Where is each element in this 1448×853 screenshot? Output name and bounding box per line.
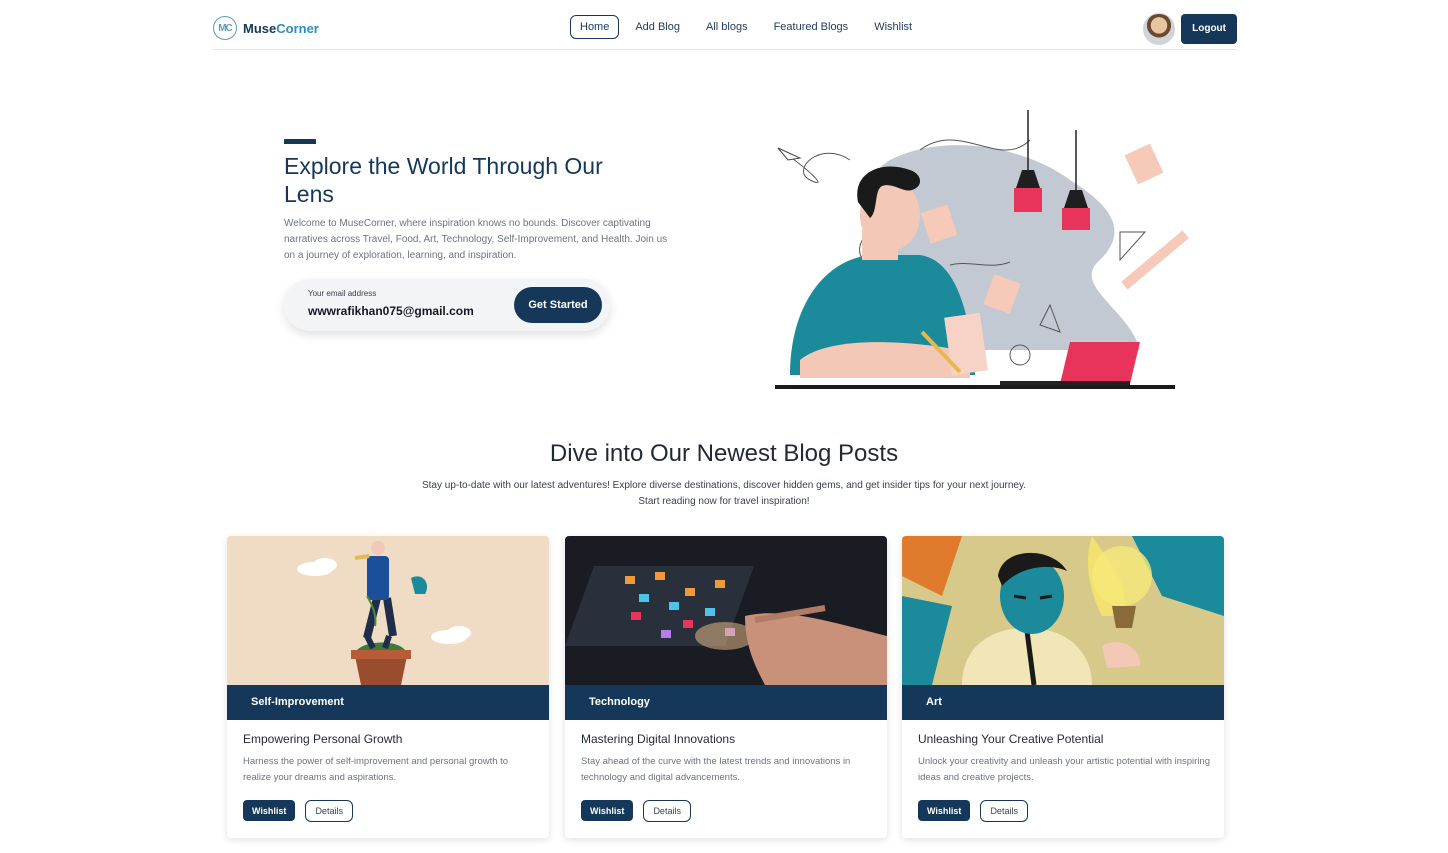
nav-wishlist[interactable]: Wishlist bbox=[864, 15, 922, 39]
section-description-line1: Stay up-to-date with our latest adventur… bbox=[421, 480, 1027, 491]
nav-all-blogs[interactable]: All blogs bbox=[696, 15, 758, 39]
card-category: Technology bbox=[565, 685, 887, 720]
card-category: Art bbox=[902, 685, 1224, 720]
email-label: Your email address bbox=[308, 289, 377, 298]
brand-name-part2: Corner bbox=[276, 20, 319, 36]
wishlist-button[interactable]: Wishlist bbox=[243, 800, 296, 821]
nav-user-area: Logout bbox=[1143, 13, 1237, 45]
wishlist-button[interactable]: Wishlist bbox=[918, 800, 971, 821]
logout-button[interactable]: Logout bbox=[1181, 14, 1237, 44]
section-description: Stay up-to-date with our latest adventur… bbox=[374, 478, 1074, 510]
card-image-art bbox=[902, 536, 1224, 685]
card-image-self-improvement bbox=[227, 536, 549, 685]
brand-name-part1: Muse bbox=[243, 20, 277, 36]
card-title[interactable]: Empowering Personal Growth bbox=[243, 732, 402, 746]
navbar: MC MuseCorner Home Add Blog All blogs Fe… bbox=[213, 10, 1237, 50]
section-description-line2: Start reading now for travel inspiration… bbox=[638, 496, 810, 507]
hero-illustration bbox=[775, 110, 1189, 389]
nav-add-blog[interactable]: Add Blog bbox=[625, 15, 690, 39]
get-started-button[interactable]: Get Started bbox=[514, 287, 602, 323]
email-input[interactable]: wwwrafikhan075@gmail.com bbox=[308, 304, 474, 318]
email-signup-box: Your email address wwwrafikhan075@gmail.… bbox=[284, 279, 610, 331]
user-avatar[interactable] bbox=[1143, 13, 1176, 45]
card-description: Stay ahead of the curve with the latest … bbox=[581, 756, 851, 783]
main-nav: Home Add Blog All blogs Featured Blogs W… bbox=[570, 15, 922, 39]
card-category: Self-Improvement bbox=[227, 685, 549, 720]
card-actions: Wishlist Details bbox=[243, 800, 353, 822]
brand-name: MuseCorner bbox=[243, 21, 319, 36]
brand[interactable]: MC MuseCorner bbox=[213, 16, 319, 40]
card-image-technology bbox=[565, 536, 887, 685]
details-button[interactable]: Details bbox=[980, 800, 1028, 822]
section-title: Dive into Our Newest Blog Posts bbox=[549, 440, 899, 467]
card-actions: Wishlist Details bbox=[918, 800, 1028, 822]
hero-title: Explore the World Through Our Lens bbox=[284, 153, 603, 207]
card-title[interactable]: Mastering Digital Innovations bbox=[581, 732, 735, 746]
blog-card-art: Art Unleashing Your Creative Potential U… bbox=[902, 536, 1224, 838]
card-actions: Wishlist Details bbox=[581, 800, 691, 822]
card-title[interactable]: Unleashing Your Creative Potential bbox=[918, 732, 1103, 746]
details-button[interactable]: Details bbox=[305, 800, 353, 822]
blog-card-self-improvement: Self-Improvement Empowering Personal Gro… bbox=[227, 536, 549, 838]
details-button[interactable]: Details bbox=[643, 800, 691, 822]
card-description: Harness the power of self-improvement an… bbox=[243, 756, 509, 783]
nav-home[interactable]: Home bbox=[570, 15, 620, 39]
blog-card-technology: Technology Mastering Digital Innovations… bbox=[565, 536, 887, 838]
brand-logo-icon: MC bbox=[213, 16, 237, 40]
hero-description: Welcome to MuseCorner, where inspiration… bbox=[284, 218, 668, 261]
nav-featured-blogs[interactable]: Featured Blogs bbox=[764, 15, 859, 39]
card-description: Unlock your creativity and unleash your … bbox=[918, 756, 1210, 783]
wishlist-button[interactable]: Wishlist bbox=[581, 800, 634, 821]
hero-accent-bar bbox=[284, 139, 316, 144]
